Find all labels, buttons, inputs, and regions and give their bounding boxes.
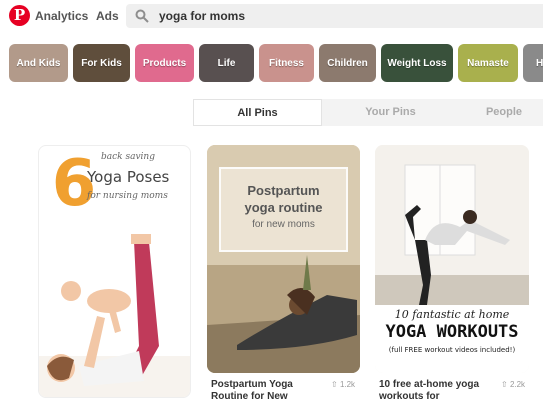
- pin-title[interactable]: 10 free at-home yoga workouts for: [379, 379, 494, 403]
- search-bar[interactable]: yoga for moms: [126, 4, 543, 28]
- pin-image-number: 6: [51, 147, 97, 221]
- chip-products[interactable]: Products: [135, 44, 194, 82]
- pin-image-text: Postpartum: [247, 183, 320, 198]
- pin-image-text: yoga routine: [244, 200, 323, 215]
- chip-label: H: [536, 57, 543, 69]
- pin-saves-value: 1.2k: [339, 380, 356, 389]
- chip-label: And Kids: [16, 57, 61, 69]
- pin-image-text: for new moms: [252, 219, 315, 230]
- pin-card[interactable]: 6 back saving Yoga Poses for nursing mom…: [38, 145, 191, 398]
- search-icon: [135, 9, 149, 23]
- pin-filter-tabs: All Pins Your Pins People: [193, 99, 543, 126]
- chip-next[interactable]: H: [523, 44, 543, 82]
- chip-label: Namaste: [467, 57, 509, 69]
- guided-search-chips: And Kids For Kids Products Life Fitness …: [0, 44, 543, 82]
- pin-icon: ⇧: [501, 380, 508, 389]
- pin-save-count: ⇧ 2.2k: [501, 380, 525, 389]
- chip-weight-loss[interactable]: Weight Loss: [381, 44, 453, 82]
- chip-and-kids[interactable]: And Kids: [9, 44, 68, 82]
- pin-image[interactable]: Postpartum yoga routine for new moms: [207, 145, 360, 373]
- chip-label: Children: [327, 57, 368, 69]
- chip-children[interactable]: Children: [319, 44, 376, 82]
- chip-fitness[interactable]: Fitness: [259, 44, 314, 82]
- chip-label: Products: [142, 57, 187, 69]
- pin-image-text: Yoga Poses: [87, 168, 170, 186]
- chip-label: For Kids: [81, 57, 122, 69]
- pin-image-text: back saving: [101, 152, 155, 162]
- pin-image[interactable]: 10 fantastic at home YOGA WORKOUTS (full…: [375, 145, 529, 373]
- pin-image-text: YOGA WORKOUTS: [385, 322, 519, 342]
- pin-saves-value: 2.2k: [509, 380, 526, 389]
- tab-all-pins[interactable]: All Pins: [193, 99, 322, 126]
- pinterest-logo-icon[interactable]: P: [9, 5, 30, 26]
- chip-label: Fitness: [268, 57, 304, 69]
- chip-label: Weight Loss: [387, 57, 447, 69]
- top-bar: P Analytics Ads yoga for moms: [0, 0, 543, 32]
- nav-analytics-link[interactable]: Analytics: [35, 9, 88, 23]
- pin-icon: ⇧: [331, 380, 338, 389]
- pin-image-text: (full FREE workout videos included!): [388, 346, 516, 354]
- tab-people[interactable]: People: [459, 99, 543, 126]
- pin-title[interactable]: Postpartum Yoga Routine for New: [211, 379, 326, 403]
- tab-your-pins[interactable]: Your Pins: [322, 99, 459, 126]
- chip-namaste[interactable]: Namaste: [458, 44, 518, 82]
- nav-ads-link[interactable]: Ads: [96, 9, 119, 23]
- pin-image-text: 10 fantastic at home: [394, 308, 510, 321]
- pin-image-text: for nursing moms: [87, 191, 168, 201]
- pin-image[interactable]: 6 back saving Yoga Poses for nursing mom…: [38, 145, 191, 398]
- pin-card[interactable]: 10 fantastic at home YOGA WORKOUTS (full…: [375, 145, 529, 402]
- chip-for-kids[interactable]: For Kids: [73, 44, 130, 82]
- chip-label: Life: [217, 57, 236, 69]
- search-input[interactable]: yoga for moms: [159, 9, 245, 23]
- pin-save-count: ⇧ 1.2k: [331, 380, 355, 389]
- chip-life[interactable]: Life: [199, 44, 254, 82]
- pin-card[interactable]: Postpartum yoga routine for new moms Pos…: [207, 145, 360, 402]
